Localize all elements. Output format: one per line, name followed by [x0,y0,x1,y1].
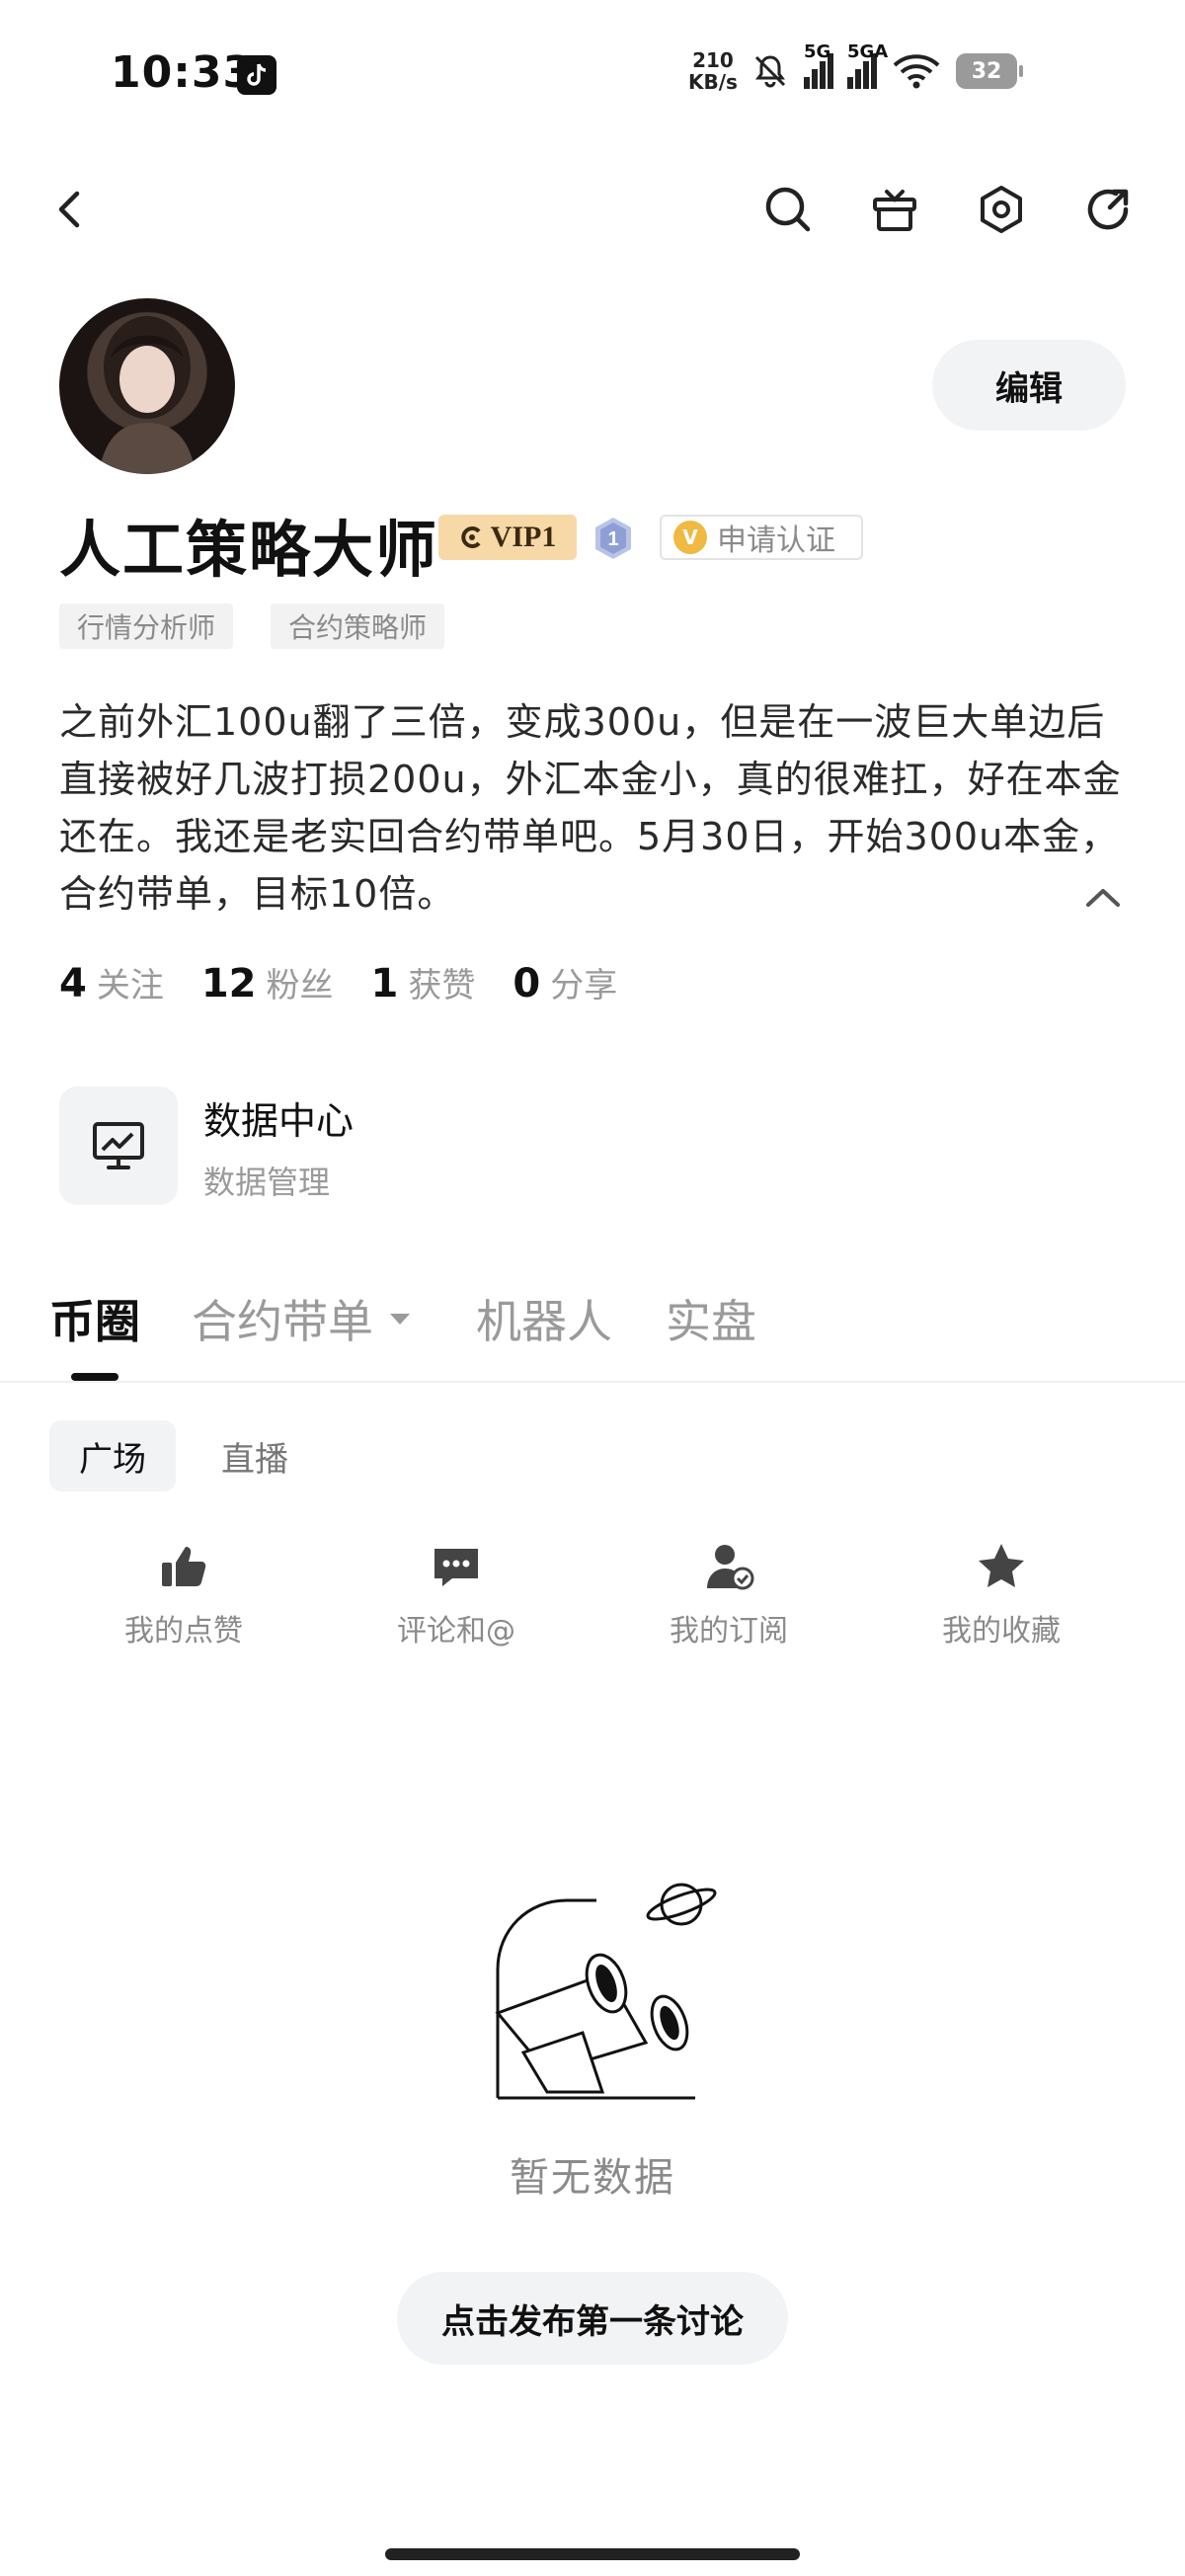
signal-label-2: 5GA [847,41,889,62]
tab-label: 币圈 [49,1295,140,1348]
gift-button[interactable] [859,174,930,245]
bio-text: 之前外汇100u翻了三倍，变成300u，但是在一波巨大单边后直接被好几波打损20… [59,700,1122,916]
cert-label: 申请认证 [717,523,835,558]
vip-badge[interactable]: VIP1 [438,515,577,560]
network-speed-unit: KB/s [688,70,738,94]
active-tab-indicator [71,1373,118,1381]
search-icon [765,187,811,232]
stat-label: 获赞 [408,966,476,1006]
share-button[interactable] [1072,174,1144,245]
subscribe-icon [707,1545,754,1590]
network-speed: 210 KB/s [688,49,738,93]
wifi-icon [893,54,940,89]
level-number: 1 [607,528,618,550]
data-center-title[interactable]: 数据中心 [203,1090,354,1145]
username: 人工策略大师 [59,514,439,586]
signal-icon-2: 5GA [847,41,888,89]
quick-action-label: 我的订阅 [670,1614,788,1649]
stat-label: 分享 [550,966,618,1006]
back-button[interactable] [36,174,107,245]
share-icon [1087,189,1129,230]
tab-label: 机器人 [476,1295,612,1348]
comments-mentions-button[interactable]: 评论和@ [338,1541,575,1650]
status-icons: 5G 5GA 32 [750,41,1023,99]
tab-divider [0,1381,1185,1383]
stat-value: 4 [59,961,87,1006]
settings-button[interactable] [966,174,1037,245]
stats-row: 4 关注 12 粉丝 1 获赞 0 分享 [59,958,617,1006]
my-likes-button[interactable]: 我的点赞 [65,1541,302,1650]
battery-icon: 32 [956,53,1023,89]
status-time: 10:33 [111,47,255,98]
stat-shares[interactable]: 0 分享 [513,958,617,1006]
my-subscriptions-button[interactable]: 我的订阅 [610,1541,847,1650]
settings-icon [981,186,1022,233]
tag-analyst: 行情分析师 [59,604,234,649]
chart-monitor-icon [93,1122,144,1169]
home-indicator[interactable] [385,2548,800,2560]
apply-certification-badge[interactable]: V 申请认证 [660,515,863,560]
mute-bell-icon [754,55,786,88]
vip-logo-icon [460,526,481,548]
chevron-up-icon[interactable] [1078,877,1128,917]
tab-robot[interactable]: 机器人 [476,1286,612,1351]
tag-strategist: 合约策略师 [271,604,445,649]
data-center-button[interactable] [59,1087,178,1205]
my-favorites-button[interactable]: 我的收藏 [883,1541,1120,1650]
quick-action-label: 评论和@ [397,1614,515,1649]
thumbs-up-icon [162,1547,206,1586]
avatar[interactable] [59,298,235,474]
tiktok-icon [237,55,276,95]
back-icon [58,191,80,228]
search-button[interactable] [752,174,824,245]
stat-label: 关注 [96,966,164,1006]
empty-state-text: 暂无数据 [510,2155,675,2201]
network-speed-value: 210 [692,48,734,72]
tab-copy-trading[interactable]: 合约带单 [192,1286,413,1351]
signal-label-1: 5G [804,41,831,62]
tab-label: 实盘 [666,1295,756,1348]
star-icon [979,1544,1024,1587]
stat-following[interactable]: 4 关注 [59,958,164,1006]
avatar-portrait [99,316,196,474]
stat-value: 12 [200,961,257,1006]
tab-live-trading[interactable]: 实盘 [666,1286,756,1351]
tab-coin-circle[interactable]: 币圈 [49,1286,140,1351]
stat-label: 粉丝 [266,966,334,1006]
stat-value: 0 [513,961,541,1006]
caret-down-icon [390,1314,410,1325]
subtab-live[interactable]: 直播 [192,1420,318,1491]
publish-first-post-button[interactable]: 点击发布第一条讨论 [397,2272,788,2365]
stat-value: 1 [370,961,399,1006]
quick-action-label: 我的收藏 [942,1614,1061,1649]
verified-icon: V [673,521,707,554]
tab-label: 合约带单 [192,1295,373,1348]
edit-profile-button[interactable]: 编辑 [932,340,1126,431]
stat-followers[interactable]: 12 粉丝 [201,958,334,1006]
subtab-square[interactable]: 广场 [49,1420,176,1491]
quick-action-label: 我的点赞 [124,1614,243,1649]
vip-label: VIP1 [490,521,557,553]
data-center-subtitle: 数据管理 [203,1164,331,1201]
comment-icon [434,1549,478,1586]
level-badge-icon: 1 [595,518,631,559]
signal-icon-1: 5G [804,41,833,89]
gift-icon [873,190,916,231]
battery-level: 32 [971,58,1002,84]
stat-likes[interactable]: 1 获赞 [371,958,476,1006]
telescope-illustration [495,1883,717,2100]
